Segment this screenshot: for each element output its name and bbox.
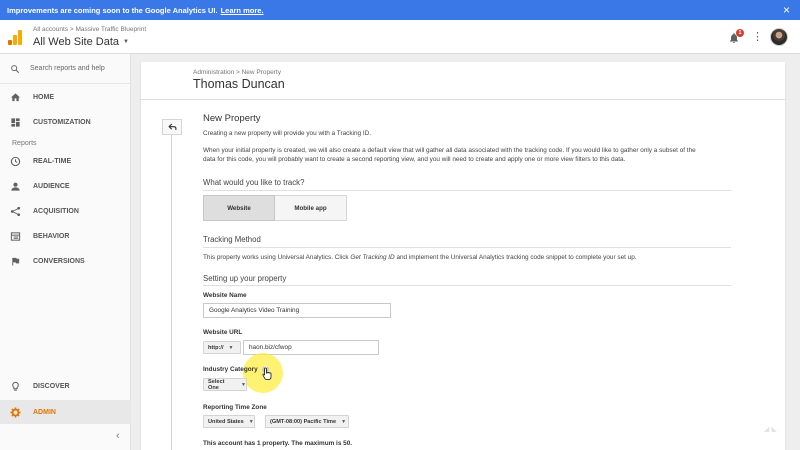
search-placeholder: Search reports and help	[30, 65, 105, 72]
tracking-text-pre: This property works using Universal Anal…	[203, 254, 351, 261]
sidebar-item-conversions[interactable]: CONVERSIONS	[0, 249, 131, 273]
acquisition-icon	[10, 206, 21, 216]
sidebar-item-label: REAL-TIME	[33, 157, 72, 165]
chevron-down-icon: ▼	[248, 418, 254, 425]
top-header: All accounts > Massive Traffic Blueprint…	[0, 20, 800, 54]
divider	[141, 99, 785, 100]
timezone-value: (GMT-08:00) Pacific Time	[270, 418, 337, 425]
notification-badge: 1	[736, 29, 744, 37]
website-name-input[interactable]: Google Analytics Video Training	[203, 303, 391, 318]
protocol-dropdown[interactable]: http:// ▼	[203, 341, 241, 354]
avatar[interactable]	[770, 28, 788, 46]
hand-cursor-icon	[262, 367, 272, 380]
back-arrow-icon	[167, 123, 176, 130]
divider	[203, 190, 731, 191]
sidebar-item-admin[interactable]: ADMIN	[0, 400, 131, 424]
chevron-down-icon: ▼	[341, 418, 347, 425]
analytics-logo	[8, 30, 22, 45]
page-title: Thomas Duncan	[193, 77, 285, 91]
admin-breadcrumb[interactable]: Administration > New Property	[193, 69, 281, 76]
learn-more-link[interactable]: Learn more.	[221, 6, 264, 15]
search-icon	[11, 64, 20, 73]
divider	[171, 135, 172, 450]
divider	[203, 285, 731, 286]
sidebar-item-customization[interactable]: CUSTOMIZATION	[0, 110, 131, 134]
sidebar-item-label: CUSTOMIZATION	[33, 118, 91, 126]
website-option[interactable]: Website	[203, 195, 275, 221]
divider	[203, 247, 731, 248]
sidebar-item-audience[interactable]: AUDIENCE	[0, 174, 131, 198]
tracking-method-heading: Tracking Method	[203, 235, 261, 244]
sidebar-item-acquisition[interactable]: ACQUISITION	[0, 199, 131, 223]
dashboard-icon	[11, 117, 20, 127]
more-menu-icon[interactable]: ⋮	[752, 32, 763, 43]
property-limit-text: This account has 1 property. The maximum…	[203, 440, 353, 447]
chevron-down-icon: ▼	[228, 344, 234, 351]
admin-panel: Administration > New Property Thomas Dun…	[141, 62, 785, 450]
sidebar-item-behavior[interactable]: BEHAVIOR	[0, 224, 131, 248]
track-type-toggle: Website Mobile app	[203, 195, 348, 221]
get-tracking-id-link[interactable]: Get Tracking ID	[350, 254, 394, 261]
tracking-text-post: and implement the Universal Analytics tr…	[394, 254, 637, 261]
sidebar-item-home[interactable]: HOME	[0, 85, 131, 109]
banner-text: Improvements are coming soon to the Goog…	[7, 5, 218, 15]
protocol-value: http://	[208, 344, 224, 351]
industry-category-dropdown[interactable]: Select One ▼	[203, 378, 247, 391]
sidebar-item-label: ACQUISITION	[33, 207, 79, 215]
country-dropdown[interactable]: United States ▼	[203, 415, 255, 428]
form-heading: New Property	[203, 113, 261, 124]
reporting-timezone-label: Reporting Time Zone	[203, 404, 267, 411]
setup-heading: Setting up your property	[203, 274, 287, 283]
sidebar-item-label: HOME	[33, 93, 54, 101]
banner-close-icon[interactable]: ×	[783, 3, 790, 17]
tracking-method-text: This property works using Universal Anal…	[203, 253, 637, 263]
sidebar-item-discover[interactable]: DISCOVER	[0, 374, 131, 398]
description-line-2: data for this code, you will probably wa…	[203, 156, 626, 163]
chevron-down-icon: ▼	[241, 381, 246, 388]
watermark-logo: ◢ ◣	[764, 426, 777, 433]
info-banner: Improvements are coming soon to the Goog…	[0, 0, 800, 20]
collapse-sidebar-icon[interactable]: ‹	[116, 430, 120, 442]
sidebar-item-label: DISCOVER	[33, 382, 70, 390]
sidebar-item-realtime[interactable]: REAL-TIME	[0, 149, 131, 173]
sidebar: Search reports and help HOME CUSTOMIZATI…	[0, 54, 131, 450]
industry-category-label: Industry Category	[203, 366, 258, 373]
account-breadcrumb[interactable]: All accounts > Massive Traffic Blueprint	[33, 26, 146, 33]
property-selector[interactable]: All Web Site Data ▼	[33, 36, 129, 48]
bulb-icon	[12, 381, 19, 391]
property-name: All Web Site Data	[33, 36, 120, 48]
behavior-icon	[10, 231, 21, 241]
intro-text: Creating a new property will provide you…	[203, 130, 372, 137]
home-icon	[10, 92, 21, 101]
sidebar-item-label: ADMIN	[33, 408, 56, 416]
industry-value: Select One	[208, 378, 225, 391]
timezone-dropdown[interactable]: (GMT-08:00) Pacific Time ▼	[265, 415, 349, 428]
mobile-app-option[interactable]: Mobile app	[275, 195, 347, 221]
sidebar-item-label: CONVERSIONS	[33, 257, 85, 265]
sidebar-item-label: BEHAVIOR	[33, 232, 70, 240]
person-icon	[11, 182, 20, 191]
country-value: United States	[208, 418, 244, 425]
sidebar-item-label: AUDIENCE	[33, 182, 70, 190]
back-button[interactable]	[162, 119, 182, 135]
track-heading: What would you like to track?	[203, 178, 305, 187]
search-bar[interactable]: Search reports and help	[0, 54, 131, 84]
flag-icon	[12, 257, 20, 266]
website-url-label: Website URL	[203, 329, 243, 336]
gear-icon	[10, 406, 21, 418]
clock-icon	[10, 156, 21, 166]
reports-section-label: Reports	[12, 140, 37, 147]
website-name-label: Website Name	[203, 292, 247, 299]
chevron-down-icon: ▼	[123, 39, 129, 45]
